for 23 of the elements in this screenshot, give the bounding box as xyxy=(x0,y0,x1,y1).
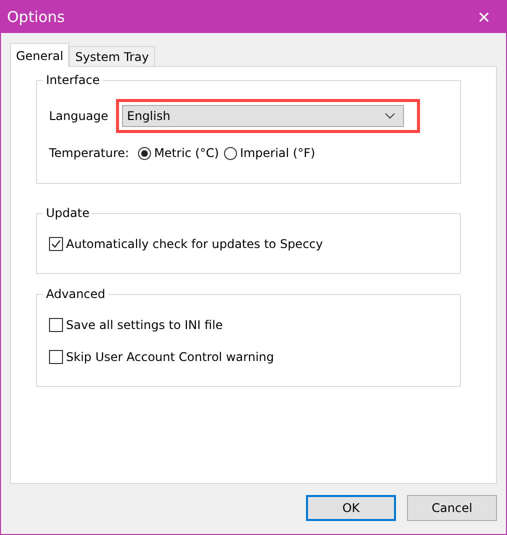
checkbox-icon xyxy=(49,350,63,364)
window-title: Options xyxy=(7,8,65,26)
group-title: Interface xyxy=(43,73,103,87)
checkbox[interactable]: Skip User Account Control warning xyxy=(49,341,274,373)
dialog-button[interactable]: Cancel xyxy=(407,495,497,521)
language-label: Language xyxy=(49,109,110,123)
checkbox[interactable]: Automatically check for updates to Speccy xyxy=(49,228,323,260)
default-button[interactable]: OK xyxy=(306,495,396,521)
radio-icon xyxy=(224,146,237,160)
checkbox-icon xyxy=(49,318,63,332)
radio-button[interactable]: Imperial (°F) xyxy=(224,146,316,160)
group-title: Update xyxy=(43,206,92,220)
temperature-label: Temperature: xyxy=(49,146,130,160)
group-title: Advanced xyxy=(43,287,108,301)
radio-selected-icon xyxy=(138,146,152,160)
close-button[interactable]: ✕ xyxy=(462,1,506,33)
language-dropdown[interactable]: English xyxy=(122,105,404,127)
chevron-down-icon xyxy=(385,113,395,119)
tab[interactable]: System Tray xyxy=(69,46,155,66)
checkbox-checked-icon xyxy=(49,237,63,251)
checkbox[interactable]: Save all settings to INI file xyxy=(49,309,223,341)
radio-button[interactable]: Metric (°C) xyxy=(138,146,219,160)
tab[interactable]: General xyxy=(10,43,70,67)
